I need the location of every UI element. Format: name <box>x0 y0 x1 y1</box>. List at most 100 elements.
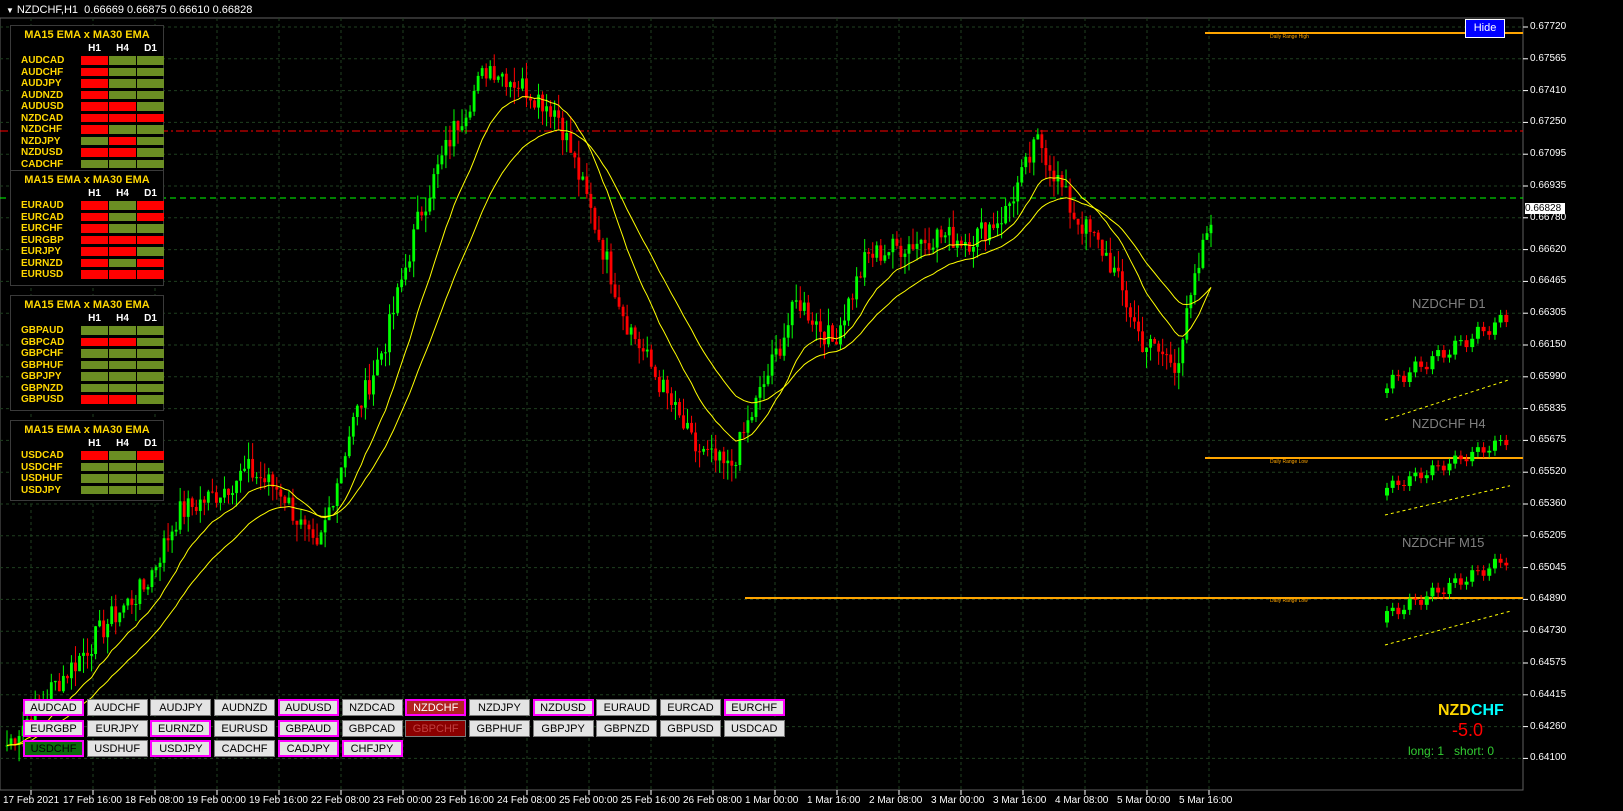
symbol-button-nzdusd[interactable]: NZDUSD <box>532 699 594 716</box>
symbol-button-usdchf[interactable]: USDCHF <box>23 740 84 757</box>
candle-body <box>1149 339 1152 348</box>
symbol-button-gbphuf[interactable]: GBPHUF <box>468 719 530 737</box>
candle-body <box>90 654 93 656</box>
candle-body <box>718 451 722 461</box>
mini-d1-candle <box>1464 340 1469 348</box>
x-axis-label: 23 Feb 00:00 <box>373 795 432 806</box>
symbol-button-audcad[interactable]: AUDCAD <box>23 699 84 716</box>
signal-cell <box>137 201 164 210</box>
signal-cell <box>81 270 108 279</box>
price-chart[interactable] <box>0 0 1623 811</box>
y-axis-label: 0.65990 <box>1530 370 1567 382</box>
symbol-button-gbpaud[interactable]: GBPAUD <box>277 719 339 737</box>
candle-body <box>947 226 951 236</box>
symbol-button-gbpjpy[interactable]: GBPJPY <box>532 719 594 737</box>
signal-symbol: NZDCHF <box>1438 702 1504 720</box>
ma30-ema-line <box>6 129 1212 746</box>
dropdown-icon[interactable]: ▼ <box>6 6 14 15</box>
mini-chart-m15-title: NZDCHF M15 <box>1402 535 1485 550</box>
candle-body <box>61 675 65 692</box>
symbol-button-usdcad[interactable]: USDCAD <box>723 719 785 737</box>
x-axis-label: 17 Feb 2021 <box>3 795 60 806</box>
symbol-button-audusd[interactable]: AUDUSD <box>277 699 339 716</box>
x-axis-label: 26 Feb 08:00 <box>683 795 742 806</box>
candle-body <box>420 211 424 216</box>
symbol-button-eurnzd[interactable]: EURNZD <box>150 719 212 737</box>
candle-body <box>1008 203 1012 207</box>
symbol-button-gbpusd[interactable]: GBPUSD <box>660 719 721 737</box>
symbol-button-eurgbp[interactable]: EURGBP <box>23 719 84 737</box>
symbol-button-gbpcad[interactable]: GBPCAD <box>341 719 403 737</box>
pair-symbol: EURAUD <box>21 200 64 211</box>
y-axis-label: 0.65835 <box>1530 402 1567 414</box>
symbol-button-eurusd[interactable]: EURUSD <box>214 719 276 737</box>
symbol-button-audjpy[interactable]: AUDJPY <box>150 699 212 716</box>
signal-cell <box>137 485 164 494</box>
symbol-button-euraud[interactable]: EURAUD <box>596 699 658 716</box>
y-axis-label: 0.64260 <box>1530 720 1567 732</box>
signal-cell <box>109 326 136 335</box>
candle-body <box>404 267 408 280</box>
pair-symbol: NZDCAD <box>21 112 64 124</box>
symbol-button-usdjpy[interactable]: USDJPY <box>150 740 212 757</box>
signal-cell <box>137 462 164 471</box>
candle-body <box>408 261 412 268</box>
symbol-button-eurjpy[interactable]: EURJPY <box>86 719 148 737</box>
symbol-button-gbpnzd[interactable]: GBPNZD <box>596 719 658 737</box>
pair-symbol: GBPCHF <box>21 348 64 359</box>
symbol-button-eurcad[interactable]: EURCAD <box>660 699 721 716</box>
mini-h4-candle <box>1498 439 1503 441</box>
candle-body <box>895 238 899 246</box>
candle-body <box>339 467 343 484</box>
candle-body <box>372 375 375 395</box>
symbol-button-cadchf[interactable]: CADCHF <box>214 740 276 757</box>
signal-cell <box>81 462 108 471</box>
signal-cell <box>137 360 164 369</box>
candle-body <box>335 483 339 506</box>
symbol-button-chfjpy[interactable]: CHFJPY <box>341 740 403 757</box>
panel-columns: H1 H4 D1 <box>11 438 163 450</box>
candle-body <box>142 579 146 590</box>
pair-symbol: AUDJPY <box>21 78 62 89</box>
candle-body <box>565 133 569 141</box>
short-count: short: 0 <box>1454 744 1495 758</box>
signal-cell <box>137 395 164 404</box>
pair-symbol: USDCHF <box>21 461 63 473</box>
symbol-button-audchf[interactable]: AUDCHF <box>86 699 148 716</box>
symbol-button-eurchf[interactable]: EURCHF <box>723 699 785 716</box>
hide-button[interactable]: Hide <box>1465 19 1505 38</box>
candle-body <box>891 238 895 253</box>
mini-m15-candle <box>1487 568 1492 576</box>
candle-body <box>553 110 557 117</box>
signal-cell <box>81 67 108 76</box>
signal-cell <box>81 395 108 404</box>
candle-body <box>239 470 242 481</box>
candle-body <box>637 339 641 349</box>
x-axis-label: 24 Feb 08:00 <box>497 795 556 806</box>
pair-symbol: GBPJPY <box>21 371 62 382</box>
candle-body <box>911 244 915 249</box>
column-header: H4 <box>116 438 129 449</box>
signal-cell <box>81 337 108 346</box>
candle-body <box>311 529 315 538</box>
pair-symbol: GBPHUF <box>21 359 64 371</box>
symbol-button-nzdchf[interactable]: NZDCHF <box>405 699 467 716</box>
candle-body <box>996 223 999 229</box>
candle-body <box>581 176 585 180</box>
pair-symbol: GBPNZD <box>21 382 64 394</box>
ohlc-values: 0.66669 0.66875 0.66610 0.66828 <box>84 4 253 16</box>
panel-row: AUDCAD <box>11 55 164 67</box>
signal-cell <box>81 474 108 483</box>
symbol-button-nzdcad[interactable]: NZDCAD <box>341 699 403 716</box>
candle-body <box>665 379 669 394</box>
mini-d1-candle <box>1475 326 1480 339</box>
symbol-button-nzdjpy[interactable]: NZDJPY <box>468 699 530 716</box>
mini-d1-candle <box>1453 340 1458 355</box>
signal-cell <box>109 383 136 392</box>
symbol-button-cadjpy[interactable]: CADJPY <box>277 740 339 757</box>
symbol-button-usdhuf[interactable]: USDHUF <box>86 740 148 757</box>
symbol-button-gbpchf[interactable]: GBPCHF <box>405 719 467 737</box>
column-header: H1 <box>88 188 101 199</box>
signal-cell <box>137 474 164 483</box>
symbol-button-audnzd[interactable]: AUDNZD <box>214 699 276 716</box>
